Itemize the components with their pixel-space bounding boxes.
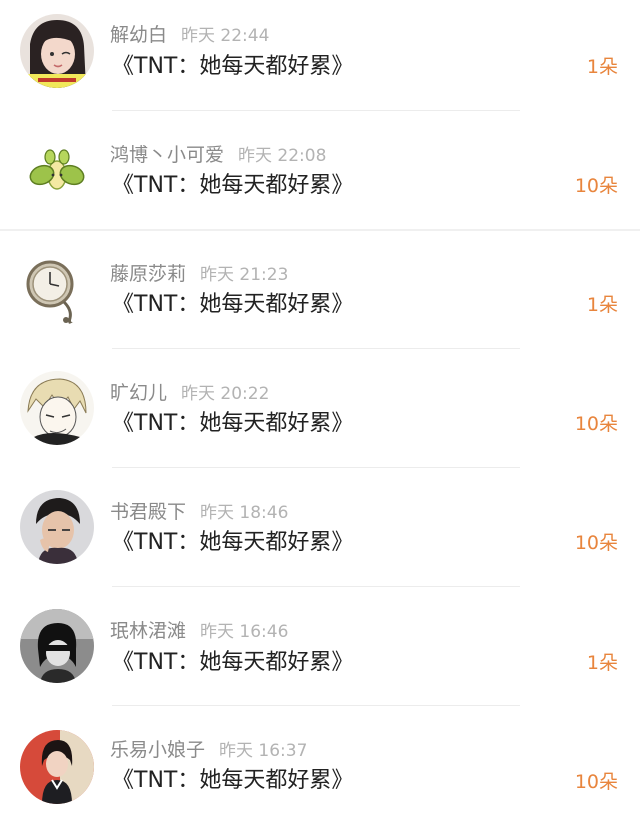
avatar[interactable]: [20, 14, 94, 88]
timestamp: 昨天 16:37: [219, 741, 308, 761]
avatar[interactable]: [20, 490, 94, 564]
timestamp: 昨天 22:44: [181, 26, 270, 46]
avatar[interactable]: [20, 252, 94, 326]
divider: [112, 348, 520, 349]
girl-photo-avatar-icon: [20, 14, 94, 88]
flower-count: 10朵: [574, 175, 618, 197]
girl-red-background-avatar-icon: [20, 730, 94, 804]
item-meta: 旷幻儿 昨天 20:22: [110, 379, 269, 407]
list-item[interactable]: 旷幻儿 昨天 20:22 《TNT：她每天都好累》 10朵: [0, 357, 640, 476]
user-name[interactable]: 解幼白: [110, 24, 167, 46]
item-meta: 藤原莎莉 昨天 21:23: [110, 260, 288, 288]
user-name[interactable]: 乐易小娘子: [110, 739, 205, 761]
user-name[interactable]: 鸿博丶小可爱: [110, 144, 224, 166]
song-title[interactable]: 《TNT：她每天都好累》: [112, 764, 353, 798]
list-item[interactable]: 藤原莎莉 昨天 21:23 《TNT：她每天都好累》 1朵: [0, 238, 640, 357]
flower-count: 1朵: [586, 294, 618, 316]
boy-photo-avatar-icon: [20, 490, 94, 564]
list-item[interactable]: 乐易小娘子 昨天 16:37 《TNT：她每天都好累》 10朵: [0, 714, 640, 833]
item-meta: 解幼白 昨天 22:44: [110, 21, 269, 49]
song-title[interactable]: 《TNT：她每天都好累》: [112, 169, 353, 203]
item-meta: 乐易小娘子 昨天 16:37: [110, 736, 307, 764]
item-meta: 鸿博丶小可爱 昨天 22:08: [110, 141, 326, 169]
list-item[interactable]: 书君殿下 昨天 18:46 《TNT：她每天都好累》 10朵: [0, 476, 640, 595]
timestamp: 昨天 20:22: [181, 384, 270, 404]
timestamp: 昨天 18:46: [200, 503, 289, 523]
song-title[interactable]: 《TNT：她每天都好累》: [112, 526, 353, 560]
user-name[interactable]: 珉林涒滩: [110, 620, 186, 642]
divider: [112, 586, 520, 587]
list-item[interactable]: 珉林涒滩 昨天 16:46 《TNT：她每天都好累》 1朵: [0, 595, 640, 714]
flower-count: 1朵: [586, 652, 618, 674]
user-name[interactable]: 书君殿下: [110, 501, 186, 523]
gift-record-list: 解幼白 昨天 22:44 《TNT：她每天都好累》 1朵 鸿博丶小可爱 昨天 22:…: [0, 0, 640, 822]
divider: [112, 467, 520, 468]
divider: [0, 229, 640, 231]
timestamp: 昨天 21:23: [200, 265, 289, 285]
user-name[interactable]: 藤原莎莉: [110, 263, 186, 285]
avatar[interactable]: [20, 609, 94, 683]
pocket-watch-avatar-icon: [20, 252, 94, 326]
bw-portrait-avatar-icon: [20, 609, 94, 683]
song-title[interactable]: 《TNT：她每天都好累》: [112, 407, 353, 441]
avatar[interactable]: [20, 133, 94, 207]
song-title[interactable]: 《TNT：她每天都好累》: [112, 288, 353, 322]
flower-count: 10朵: [574, 771, 618, 793]
divider: [112, 110, 520, 111]
song-title[interactable]: 《TNT：她每天都好累》: [112, 50, 353, 84]
avatar[interactable]: [20, 371, 94, 445]
item-meta: 珉林涒滩 昨天 16:46: [110, 617, 288, 645]
anime-sketch-avatar-icon: [20, 371, 94, 445]
leaf-sprout-avatar-icon: [20, 133, 94, 207]
song-title[interactable]: 《TNT：她每天都好累》: [112, 646, 353, 680]
item-meta: 书君殿下 昨天 18:46: [110, 498, 288, 526]
flower-count: 1朵: [586, 56, 618, 78]
timestamp: 昨天 16:46: [200, 622, 289, 642]
user-name[interactable]: 旷幻儿: [110, 382, 167, 404]
flower-count: 10朵: [574, 413, 618, 435]
list-item[interactable]: 鸿博丶小可爱 昨天 22:08 《TNT：她每天都好累》 10朵: [0, 119, 640, 238]
list-item[interactable]: 解幼白 昨天 22:44 《TNT：她每天都好累》 1朵: [0, 0, 640, 119]
divider: [112, 705, 520, 706]
avatar[interactable]: [20, 730, 94, 804]
flower-count: 10朵: [574, 532, 618, 554]
timestamp: 昨天 22:08: [238, 146, 327, 166]
